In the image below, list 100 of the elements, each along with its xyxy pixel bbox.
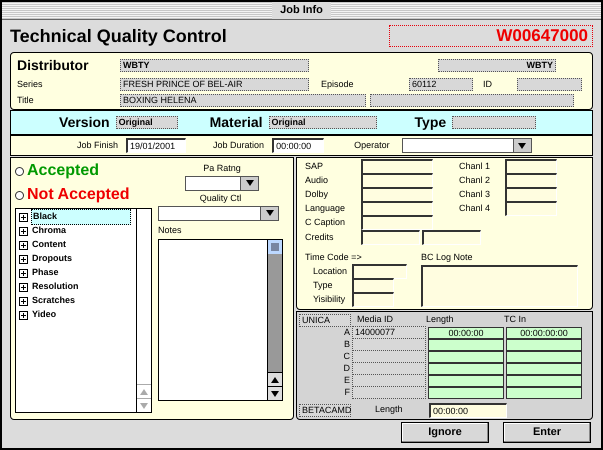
field-label: SAP	[305, 160, 324, 173]
input-field[interactable]	[505, 187, 557, 202]
expand-icon[interactable]	[19, 240, 28, 250]
expand-icon[interactable]	[19, 254, 28, 264]
tree-item[interactable]: Dropouts	[31, 252, 73, 266]
column-header: TC In	[504, 313, 528, 326]
scroll-down-icon[interactable]	[270, 390, 280, 398]
expand-icon[interactable]	[19, 268, 28, 278]
version-field: Original	[116, 116, 178, 129]
input-field[interactable]	[505, 201, 557, 216]
job-duration-field[interactable]: 00:00:00	[272, 138, 324, 153]
field-label: Pa Ratng	[203, 162, 241, 175]
log-note-field[interactable]	[421, 264, 578, 306]
input-field[interactable]	[361, 173, 433, 188]
column-header: Media ID	[356, 313, 394, 326]
job-finish-field[interactable]: 19/01/2001	[126, 138, 186, 153]
length-field[interactable]	[428, 386, 504, 398]
field-label: Audio	[305, 174, 330, 187]
length-field[interactable]: 00:00:00	[428, 326, 504, 338]
row-letter: C	[342, 350, 351, 363]
section-label: Type	[414, 113, 446, 132]
input-field[interactable]	[352, 292, 394, 307]
field-label: Episode	[321, 78, 355, 91]
field-label: Title	[17, 94, 35, 106]
title-field: BOXING HELENA	[120, 94, 366, 107]
input-field[interactable]	[361, 230, 420, 245]
field-label: Job Finish	[77, 138, 118, 152]
tc-in-field[interactable]	[506, 386, 582, 398]
row-letter: F	[344, 386, 351, 399]
field-label: Job Duration	[213, 138, 264, 152]
input-field[interactable]	[361, 159, 433, 174]
window-title: Job Info	[272, 2, 331, 19]
tree-item[interactable]: Scratches	[31, 294, 76, 308]
notes-field[interactable]	[158, 239, 283, 401]
column-header: Length	[426, 313, 455, 326]
length-field[interactable]	[428, 362, 504, 374]
job-number: W00647000	[389, 25, 593, 47]
length-field[interactable]	[428, 374, 504, 386]
tree-item[interactable]: Black	[31, 209, 131, 225]
input-field[interactable]	[505, 173, 557, 188]
tc-in-field[interactable]	[506, 362, 582, 374]
id-field	[517, 78, 582, 92]
tc-in-field[interactable]: 00:00:00:00	[506, 326, 582, 338]
tc-in-field[interactable]	[506, 338, 582, 350]
scrollbar[interactable]	[267, 240, 282, 400]
length-field[interactable]	[428, 350, 504, 362]
dropdown[interactable]	[185, 176, 259, 190]
field-label: Operator	[354, 138, 390, 152]
length-field[interactable]: 00:00:00	[429, 402, 507, 418]
caret-icon[interactable]	[264, 209, 274, 217]
row-letter: E	[342, 374, 351, 387]
distributor-field: WBTY	[438, 59, 556, 72]
field-label: Chanl 4	[459, 202, 492, 215]
tree-item[interactable]: Phase	[31, 266, 60, 280]
field-label: Type	[312, 278, 334, 292]
scroll-thumb-icon[interactable]	[268, 240, 282, 254]
tree-item[interactable]: Chroma	[31, 224, 68, 238]
radio-option[interactable]: Accepted	[15, 160, 165, 182]
caret-icon[interactable]	[244, 179, 254, 187]
expand-icon[interactable]	[19, 226, 28, 236]
input-field[interactable]	[361, 201, 433, 216]
dropdown[interactable]	[158, 206, 279, 220]
field-label: Credits	[305, 230, 335, 244]
tree-item[interactable]: Yideo	[31, 308, 58, 322]
field-label: ID	[483, 78, 493, 91]
episode-field: 60112	[409, 78, 473, 92]
radio-button[interactable]	[15, 190, 24, 200]
field-label: BC Log Note	[421, 251, 474, 264]
tc-in-field[interactable]	[506, 350, 582, 362]
input-field[interactable]	[505, 159, 557, 174]
input-field[interactable]	[352, 264, 407, 279]
tree-item[interactable]: Content	[31, 238, 67, 252]
tree-item[interactable]: Resolution	[31, 280, 80, 294]
length-field[interactable]	[428, 338, 504, 350]
input-field[interactable]	[352, 278, 394, 293]
field-label: C Caption	[305, 216, 346, 229]
field-label: Chanl 3	[459, 188, 492, 201]
field-label: Chanl 2	[459, 174, 492, 187]
section-label: Material	[210, 113, 263, 132]
row-letter: A	[342, 326, 351, 339]
input-field[interactable]	[422, 230, 481, 245]
media-id-field: 14000077	[352, 326, 426, 339]
dialog-button[interactable]: Enter	[503, 422, 591, 443]
expand-icon[interactable]	[19, 212, 28, 222]
dialog-button[interactable]: Ignore	[401, 422, 489, 443]
input-field[interactable]	[361, 215, 433, 230]
material-field: Original	[268, 116, 377, 129]
section-label: Distributor	[17, 56, 90, 75]
radio-button[interactable]	[15, 166, 24, 176]
expand-icon[interactable]	[19, 282, 28, 292]
expand-icon[interactable]	[19, 310, 28, 320]
caret-icon[interactable]	[517, 142, 528, 150]
field-label: Time Code =>	[305, 251, 363, 264]
input-field[interactable]	[361, 187, 433, 202]
radio-option[interactable]: Not Accepted	[15, 184, 165, 206]
tc-in-field[interactable]	[506, 374, 582, 386]
scroll-up-icon[interactable]	[270, 376, 280, 384]
field-label: Chanl 1	[459, 160, 492, 173]
dropdown[interactable]	[402, 138, 532, 153]
expand-icon[interactable]	[19, 296, 28, 306]
